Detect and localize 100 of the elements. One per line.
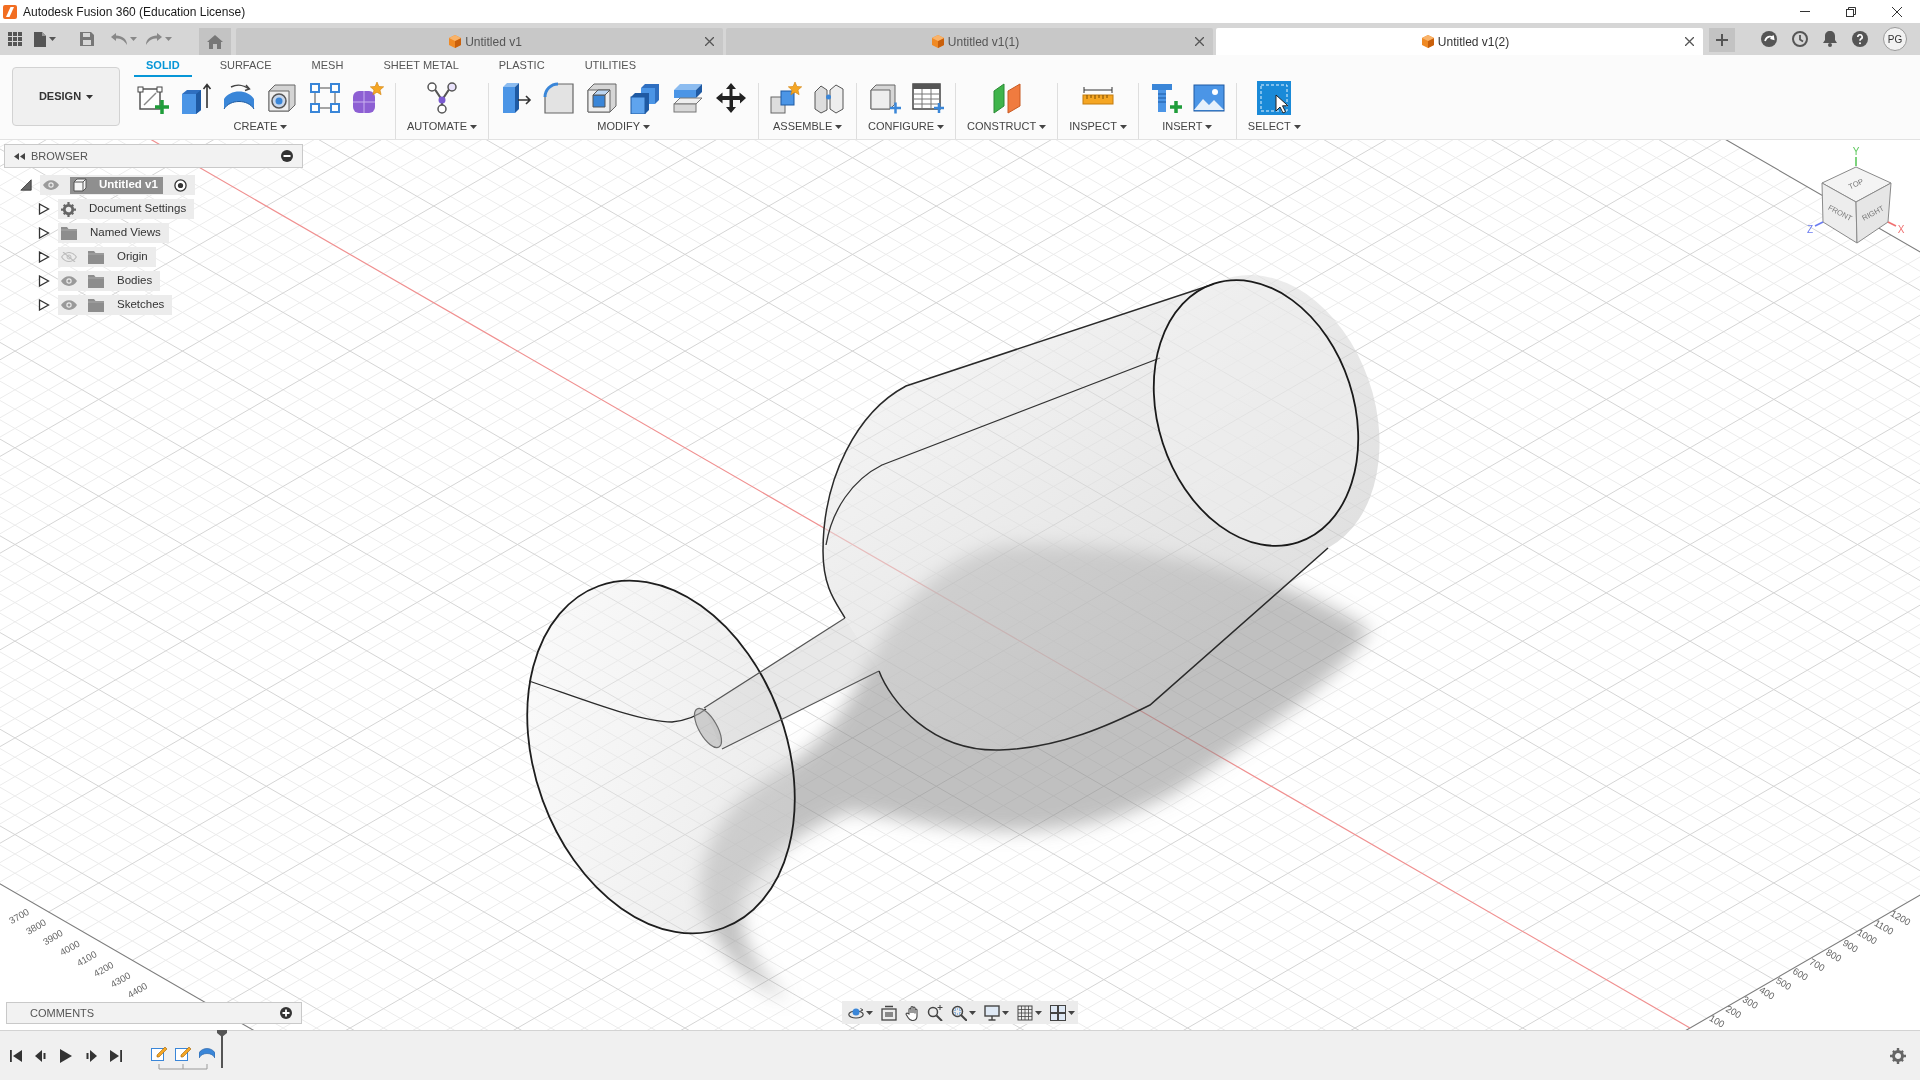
gear-icon[interactable] — [1890, 1047, 1906, 1064]
collapse-icon[interactable] — [14, 152, 25, 160]
step-forward-icon[interactable] — [85, 1049, 97, 1062]
table-icon[interactable] — [911, 82, 944, 114]
expand-arrow-icon[interactable] — [38, 275, 50, 287]
panel-arrow-icon[interactable] — [500, 82, 533, 114]
caret-icon — [835, 124, 843, 129]
caret-icon — [49, 37, 56, 41]
node-fork-icon[interactable] — [426, 82, 459, 114]
close-icon[interactable] — [1685, 37, 1694, 46]
bell-icon[interactable] — [1823, 31, 1837, 47]
expand-arrow-icon[interactable] — [20, 179, 32, 191]
user-avatar[interactable]: PG — [1883, 27, 1907, 51]
expand-arrow-icon[interactable] — [38, 299, 50, 311]
cube-icon — [1421, 35, 1434, 48]
bracket-line — [158, 1063, 208, 1070]
toolbar-menu[interactable]: CONSTRUCT — [967, 120, 1047, 133]
bolt-plus-icon[interactable] — [1149, 82, 1182, 114]
box-arrow-icon[interactable] — [180, 82, 212, 114]
tree-row[interactable]: Sketches — [58, 295, 173, 315]
rounded-corner-icon[interactable] — [543, 82, 576, 114]
clock-icon[interactable] — [1792, 31, 1808, 47]
help-icon[interactable] — [1852, 31, 1868, 47]
cube-hole-icon[interactable] — [266, 82, 298, 114]
skip-end-icon[interactable] — [110, 1049, 122, 1062]
toolbar-menu[interactable]: SELECT — [1247, 120, 1301, 133]
toolbar-menu[interactable]: INSERT — [1162, 120, 1213, 133]
toolbar-menu[interactable]: MODIFY — [597, 120, 650, 133]
toolbar-tab[interactable]: MESH — [299, 55, 356, 77]
monitor-icon[interactable] — [984, 1004, 1000, 1021]
close-icon[interactable] — [1892, 6, 1902, 17]
new-tab-button[interactable] — [1709, 28, 1735, 52]
four-arrows-icon[interactable] — [715, 82, 748, 114]
step-back-icon[interactable] — [35, 1049, 47, 1062]
folder-icon — [88, 274, 104, 288]
toolbar-menu[interactable]: ASSEMBLE — [772, 120, 843, 133]
plus-circle-icon[interactable] — [280, 1007, 292, 1019]
joined-parts-icon[interactable] — [813, 82, 846, 114]
document-tab[interactable]: Untitled v1(1) — [726, 28, 1213, 55]
home-button[interactable] — [199, 28, 231, 55]
document-icon[interactable] — [34, 31, 46, 47]
restore-icon[interactable] — [1846, 6, 1856, 17]
tree-item-label: Bodies — [117, 273, 153, 289]
toolbar-tab[interactable]: SURFACE — [207, 55, 284, 77]
toolbar-menu[interactable]: AUTOMATE — [407, 120, 478, 133]
image-icon[interactable] — [1192, 82, 1225, 114]
toolbar-tab[interactable]: UTILITIES — [572, 55, 648, 77]
pencil-square-icon[interactable] — [151, 1044, 167, 1061]
apps-grid-icon[interactable] — [8, 32, 22, 46]
document-tab[interactable]: Untitled v1(2) — [1216, 28, 1703, 55]
tree-row[interactable]: Named Views — [58, 223, 169, 243]
document-tab[interactable]: Untitled v1 — [236, 28, 723, 55]
axis-label: Y — [1852, 145, 1860, 157]
cube-star-icon[interactable] — [352, 82, 384, 114]
minus-circle-icon[interactable] — [281, 150, 293, 162]
caret-icon — [643, 124, 650, 129]
cursor-box-icon[interactable] — [1257, 81, 1292, 115]
caret-icon — [969, 1010, 976, 1015]
squares-grid-icon[interactable] — [309, 82, 341, 114]
caret-icon — [165, 37, 172, 41]
arch-icon[interactable] — [199, 1046, 215, 1059]
box-plus-icon[interactable] — [868, 82, 901, 114]
axis-label: Z — [1806, 223, 1814, 235]
expand-arrow-icon[interactable] — [38, 227, 50, 239]
caret-icon — [1035, 1010, 1042, 1015]
swirl-circle-icon[interactable] — [1761, 31, 1777, 47]
toolbar-tab[interactable]: SHEET METAL — [371, 55, 471, 77]
windows-icon[interactable] — [1050, 1004, 1066, 1021]
magnifier-icon[interactable] — [951, 1004, 967, 1021]
workspace-dropdown[interactable]: DESIGN — [12, 67, 120, 126]
toolbar-tab[interactable]: PLASTIC — [486, 55, 557, 77]
radio-icon[interactable] — [173, 178, 187, 192]
toolbar-menu[interactable]: CONFIGURE — [868, 120, 945, 133]
tree-row[interactable]: Origin — [58, 247, 156, 267]
tree-row[interactable]: Bodies — [58, 271, 161, 291]
hollow-box-icon[interactable] — [586, 82, 619, 114]
overlapping-boxes-icon[interactable] — [629, 82, 662, 114]
marker-icon[interactable] — [217, 1027, 227, 1068]
toolbar-menu[interactable]: CREATE — [233, 120, 288, 133]
stacked-plates-icon[interactable] — [672, 82, 705, 114]
caret-icon — [470, 124, 478, 129]
expand-arrow-icon[interactable] — [38, 251, 50, 263]
folder-icon — [61, 226, 77, 240]
zoom-icon[interactable] — [927, 1004, 943, 1021]
cube-icon — [931, 35, 944, 48]
axis-line — [1887, 221, 1897, 227]
frame-icon[interactable] — [881, 1004, 897, 1021]
floppy-icon[interactable] — [80, 32, 94, 46]
pencil-square-icon[interactable] — [175, 1044, 191, 1061]
boxes-star-icon[interactable] — [770, 82, 803, 114]
expand-arrow-icon[interactable] — [38, 203, 50, 215]
planes-icon[interactable] — [990, 82, 1023, 114]
hand-icon[interactable] — [905, 1004, 919, 1021]
tree-item-label: Named Views — [90, 225, 161, 241]
toolbar-menu[interactable]: INSPECT — [1069, 120, 1127, 133]
grid-icon[interactable] — [1017, 1004, 1033, 1021]
play-icon[interactable] — [60, 1048, 72, 1063]
caret-icon — [1068, 1010, 1075, 1015]
tree-row[interactable]: Document Settings — [58, 199, 195, 219]
skip-start-icon[interactable] — [10, 1049, 22, 1062]
